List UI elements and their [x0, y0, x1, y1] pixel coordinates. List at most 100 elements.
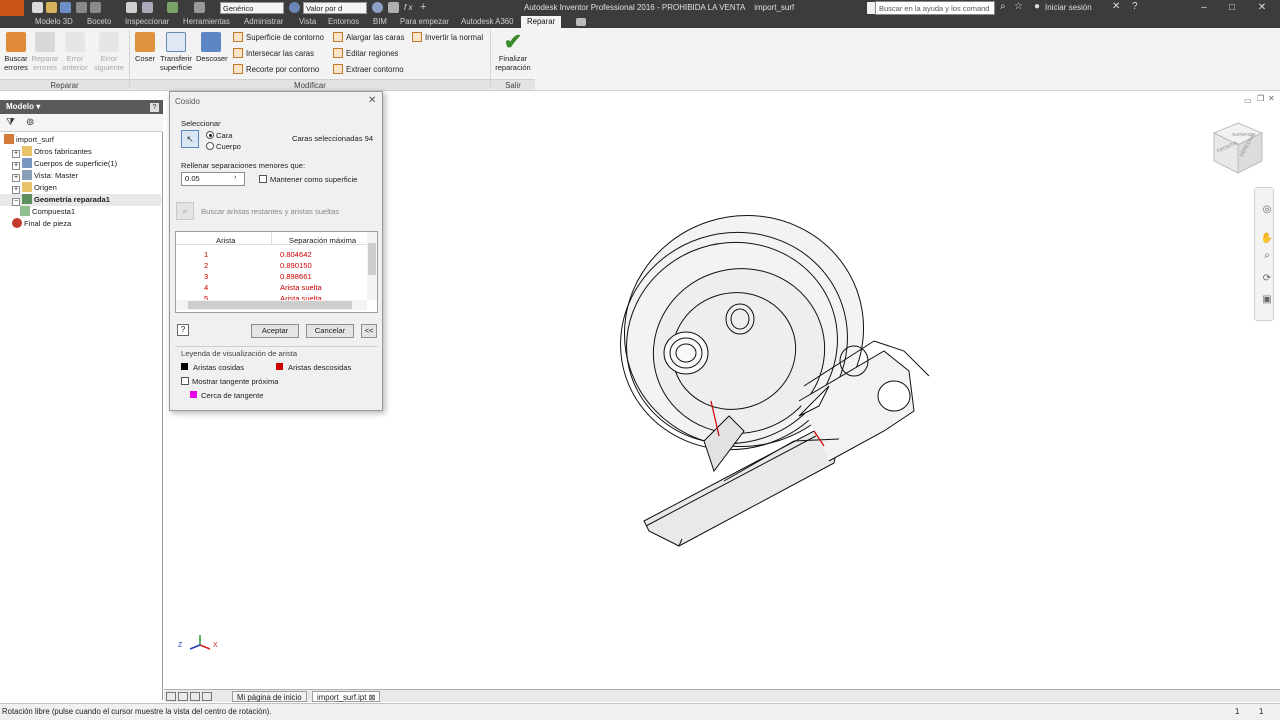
fill-gaps-arrow-icon[interactable]: ›	[234, 174, 236, 181]
table-cell-gap[interactable]: 0.898661	[280, 272, 312, 281]
browser-header[interactable]: Modelo ▾	[0, 100, 163, 114]
tab-para-empezar[interactable]: Para empezar	[400, 16, 449, 28]
table-cell-gap[interactable]: Arista suelta	[280, 283, 322, 292]
table-vscroll-thumb[interactable]	[368, 243, 376, 275]
arrange-icon[interactable]	[190, 692, 200, 701]
unstitch-button[interactable]: Descoser	[196, 30, 228, 63]
select-faces-button[interactable]: ↖	[181, 130, 199, 148]
appearance-icon[interactable]	[289, 2, 300, 13]
help-icon[interactable]: ?	[150, 103, 159, 112]
look-at-icon[interactable]: ▣	[1260, 293, 1274, 307]
dialog-close-icon[interactable]: ✕	[368, 95, 376, 106]
home-icon[interactable]	[126, 2, 137, 13]
select-icon[interactable]	[142, 2, 153, 13]
tree-expander-icon[interactable]: −	[12, 198, 20, 206]
doc-tab-close-icon[interactable]: ⊠	[369, 693, 376, 702]
tab-entornos[interactable]: Entornos	[328, 16, 359, 28]
close-icon[interactable]: ✕	[1250, 2, 1274, 14]
show-tangent-checkbox[interactable]: Mostrar tangente próxima	[181, 377, 279, 386]
viewport-close-icon[interactable]: ✕	[1268, 94, 1275, 103]
clear-appearance-icon[interactable]	[372, 2, 383, 13]
find-edges-button[interactable]: ⌕	[176, 202, 194, 220]
tree-item[interactable]: Final de pieza	[0, 218, 161, 230]
table-cell-gap[interactable]: 0.804642	[280, 250, 312, 259]
boundary-patch-button[interactable]: Superficie de contorno	[233, 31, 324, 45]
new-icon[interactable]	[32, 2, 43, 13]
open-icon[interactable]	[46, 2, 57, 13]
part-model[interactable]	[584, 201, 944, 551]
tree-item[interactable]: + Origen	[0, 182, 161, 194]
tab-modelo-3d[interactable]: Modelo 3D	[35, 16, 73, 28]
update-icon[interactable]	[167, 2, 178, 13]
search-icon[interactable]: ⌕	[1000, 1, 1006, 12]
table-cell-gap[interactable]: 0.890150	[280, 261, 312, 270]
help-icon[interactable]: ?	[1132, 1, 1138, 12]
collapse-button[interactable]: <<	[361, 324, 377, 338]
doc-tab-home[interactable]: Mi página de inicio	[232, 691, 307, 702]
list-icon[interactable]	[202, 692, 212, 701]
minimize-icon[interactable]: –	[1192, 2, 1216, 14]
transfer-surface-button[interactable]: Transferir superficie	[158, 30, 194, 72]
redo-icon[interactable]	[90, 2, 101, 13]
extract-boundary-button[interactable]: Extraer contorno	[333, 63, 404, 77]
table-cell-edge[interactable]: 1	[204, 250, 208, 259]
tree-item[interactable]: + Cuerpos de superficie(1)	[0, 158, 161, 170]
tab-autodesk-a360[interactable]: Autodesk A360	[461, 16, 513, 28]
viewport-restore-icon[interactable]: ❐	[1257, 94, 1264, 103]
keep-surface-checkbox[interactable]: Mantener como superficie	[259, 175, 357, 184]
maximize-icon[interactable]: □	[1220, 2, 1244, 14]
tab-inspeccionar[interactable]: Inspeccionar	[125, 16, 169, 28]
tree-item[interactable]: + Vista: Master	[0, 170, 161, 182]
invert-normal-button[interactable]: Invertir la normal	[412, 31, 483, 45]
pan-icon[interactable]: ✋	[1260, 232, 1274, 246]
exchange-icon[interactable]: ✕	[1112, 1, 1120, 12]
table-cell-edge[interactable]: 4	[204, 283, 208, 292]
edit-regions-button[interactable]: Editar regiones	[333, 47, 398, 61]
tree-item[interactable]: Compuesta1	[0, 206, 161, 218]
table-cell-edge[interactable]: 2	[204, 261, 208, 270]
extend-faces-button[interactable]: Alargar las caras	[333, 31, 405, 45]
tab-vista[interactable]: Vista	[299, 16, 316, 28]
viewcube[interactable]: FRONTAL DERECHA SUPERIOR	[1208, 119, 1268, 179]
properties-icon[interactable]	[194, 2, 205, 13]
table-cell-edge[interactable]: 3	[204, 272, 208, 281]
tab-reparar[interactable]: Reparar	[521, 16, 562, 28]
repair-errors-button[interactable]: Reparar errores	[30, 30, 60, 72]
plus-icon[interactable]: +	[420, 1, 426, 13]
cascade-icon[interactable]	[178, 692, 188, 701]
viewport-minimize-icon[interactable]: ▭	[1244, 96, 1252, 105]
material-select[interactable]: Genérico	[220, 2, 284, 14]
finish-repair-button[interactable]: ✔ Finalizar reparación	[493, 30, 533, 73]
tab-boceto[interactable]: Boceto	[87, 16, 111, 28]
tree-expander-icon[interactable]: +	[12, 150, 20, 158]
filter-icon[interactable]: ⧩	[6, 117, 15, 128]
column-header-edge[interactable]: Arista	[216, 236, 235, 245]
adjust-icon[interactable]	[388, 2, 399, 13]
doc-tab-import-surf[interactable]: import_surf.ipt ⊠	[312, 691, 381, 702]
user-icon[interactable]: ●	[1034, 1, 1040, 12]
tab-administrar[interactable]: Administrar	[244, 16, 283, 28]
tree-item[interactable]: import_surf	[0, 134, 161, 146]
tree-item[interactable]: + Otros fabricantes	[0, 146, 161, 158]
tree-expander-icon[interactable]: +	[12, 162, 20, 170]
tree-item[interactable]: − Geometría reparada1	[0, 194, 161, 206]
column-header-gap[interactable]: Separación máxima	[289, 236, 356, 245]
tile-icon[interactable]	[166, 692, 176, 701]
tab-options-icon[interactable]	[576, 18, 586, 26]
help-search-icon[interactable]	[867, 2, 875, 14]
tab-bim[interactable]: BIM	[373, 16, 387, 28]
help-search-input[interactable]: Buscar en la ayuda y los comand	[875, 1, 995, 15]
tree-expander-icon[interactable]: +	[12, 186, 20, 194]
stitch-button[interactable]: Coser	[130, 30, 160, 63]
save-icon[interactable]	[60, 2, 71, 13]
undo-icon[interactable]	[76, 2, 87, 13]
star-icon[interactable]: ☆	[1014, 1, 1023, 12]
zoom-icon[interactable]: ⌕	[1260, 249, 1274, 263]
steering-wheel-icon[interactable]: ◎	[1260, 203, 1274, 217]
radio-body[interactable]: Cuerpo	[206, 142, 241, 151]
dialog-help-icon[interactable]: ?	[177, 324, 189, 336]
orbit-icon[interactable]: ⟳	[1260, 272, 1274, 286]
ok-button[interactable]: Aceptar	[251, 324, 299, 338]
table-hscroll-thumb[interactable]	[188, 301, 352, 309]
fx-label[interactable]: f x	[404, 3, 412, 12]
